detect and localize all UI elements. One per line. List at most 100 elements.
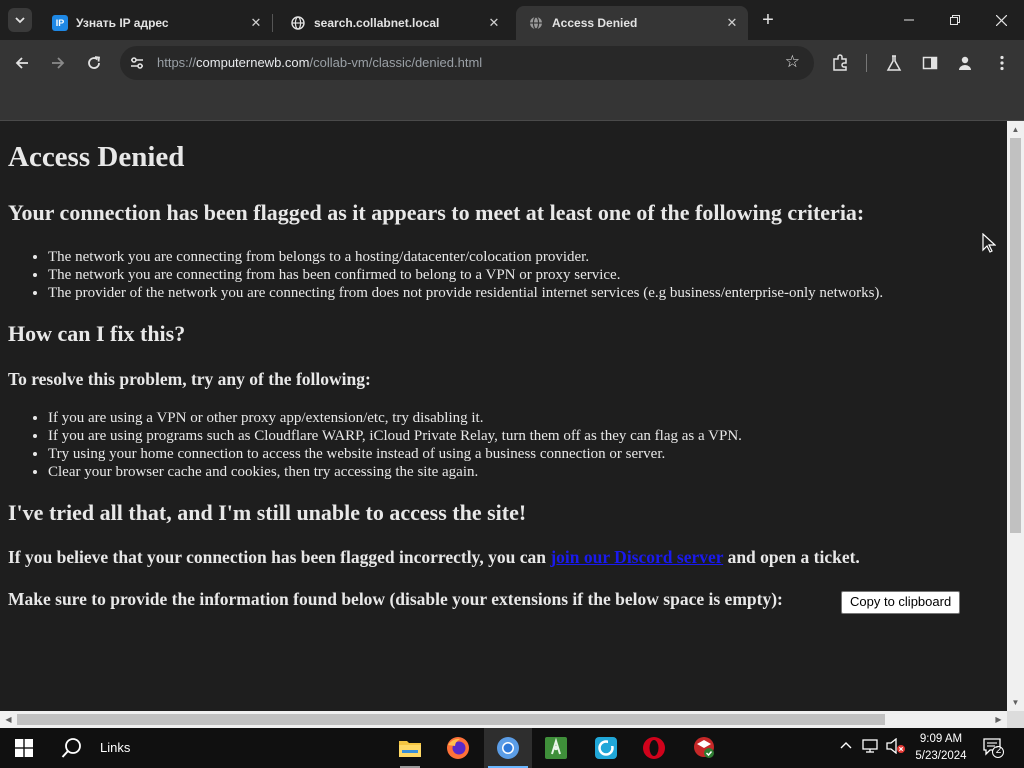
tab-title: Access Denied xyxy=(552,16,638,30)
list-item: Try using your home connection to access… xyxy=(48,445,742,463)
restore-button[interactable] xyxy=(932,0,978,40)
ip-favicon-icon: IP xyxy=(52,15,68,31)
taskbar-opera[interactable] xyxy=(630,728,678,768)
criteria-list: The network you are connecting from belo… xyxy=(0,248,883,302)
back-button[interactable] xyxy=(7,48,37,78)
page-content: Access Denied Your connection has been f… xyxy=(0,121,1007,711)
browser-toolbar: https://computernewb.com/collab-vm/class… xyxy=(0,40,1024,86)
bookmarks-bar xyxy=(0,86,1024,121)
scrollbar-thumb[interactable] xyxy=(1010,138,1021,533)
tab-title: Узнать IP адрес xyxy=(76,16,169,30)
volume-muted-icon[interactable] xyxy=(886,737,906,757)
android-studio-icon xyxy=(545,737,567,759)
file-explorer-icon xyxy=(399,741,421,757)
list-item: If you are using a VPN or other proxy ap… xyxy=(48,409,742,427)
tab-title: search.collabnet.local xyxy=(314,16,440,30)
clock-time: 9:09 AM xyxy=(919,733,963,745)
app-shield-icon xyxy=(694,737,714,758)
list-item: The network you are connecting from has … xyxy=(48,266,883,284)
arrow-right-icon xyxy=(52,57,65,69)
taskbar: Links 9:09 AM 5/23/2024 2 xyxy=(0,728,1024,768)
scroll-right-icon[interactable]: ▶ xyxy=(990,711,1007,728)
chevron-up-icon[interactable] xyxy=(839,738,853,755)
globe-icon xyxy=(290,15,306,31)
list-item: Clear your browser cache and cookies, th… xyxy=(48,463,742,481)
tried-heading: I've tried all that, and I'm still unabl… xyxy=(8,500,527,525)
site-info-icon[interactable] xyxy=(128,54,146,72)
url-scheme: https:// xyxy=(157,55,197,70)
toolbar-divider xyxy=(866,54,867,72)
tab-divider xyxy=(272,14,273,32)
tab-search[interactable]: search.collabnet.local ✕ xyxy=(278,6,510,40)
address-bar[interactable]: https://computernewb.com/collab-vm/class… xyxy=(120,46,814,80)
vertical-scrollbar[interactable]: ▲ ▼ xyxy=(1007,121,1024,711)
globe-icon xyxy=(528,15,544,31)
criteria-heading: Your connection has been flagged as it a… xyxy=(8,200,865,225)
horizontal-scrollbar[interactable]: ◀ ▶ xyxy=(0,711,1007,728)
taskbar-firefox[interactable] xyxy=(434,728,482,768)
scroll-up-icon[interactable]: ▲ xyxy=(1007,121,1024,138)
scrollbar-corner xyxy=(1007,711,1024,728)
menu-kebab-icon[interactable] xyxy=(989,50,1015,76)
url-path: /collab-vm/classic/denied.html xyxy=(309,55,483,70)
scroll-left-icon[interactable]: ◀ xyxy=(0,711,17,728)
minimize-icon xyxy=(904,19,914,21)
url-host: computernewb.com xyxy=(196,55,310,70)
incorrect-prefix: If you believe that your connection has … xyxy=(8,547,551,567)
steps-list: If you are using a VPN or other proxy ap… xyxy=(0,409,742,481)
taskbar-android-studio[interactable] xyxy=(532,728,580,768)
page-title: Access Denied xyxy=(8,141,185,173)
start-button[interactable] xyxy=(0,728,48,768)
close-icon[interactable]: ✕ xyxy=(248,15,264,31)
notification-count: 2 xyxy=(995,745,1002,756)
extensions-icon[interactable] xyxy=(827,50,853,76)
chevron-down-icon xyxy=(15,17,25,24)
incorrect-suffix: and open a ticket. xyxy=(723,547,860,567)
profile-icon[interactable] xyxy=(952,50,978,76)
search-button[interactable] xyxy=(48,728,96,768)
copy-to-clipboard-button[interactable]: Copy to clipboard xyxy=(841,591,961,614)
tab-ip[interactable]: IP Узнать IP адрес ✕ xyxy=(40,6,272,40)
firefox-icon xyxy=(447,737,469,759)
scrollbar-thumb[interactable] xyxy=(17,714,885,725)
taskbar-chromium[interactable] xyxy=(484,728,532,768)
new-tab-button[interactable]: + xyxy=(756,8,780,32)
labs-flask-icon[interactable] xyxy=(881,50,907,76)
mouse-cursor-icon xyxy=(982,233,996,253)
bookmark-star-icon[interactable]: ☆ xyxy=(785,52,800,72)
url-text[interactable]: https://computernewb.com/collab-vm/class… xyxy=(157,55,482,70)
chromium-icon xyxy=(497,737,519,759)
notifications-button[interactable]: 2 xyxy=(982,736,1004,758)
arrow-left-icon xyxy=(15,57,28,69)
forward-button[interactable] xyxy=(43,48,73,78)
reload-button[interactable] xyxy=(79,48,109,78)
taskbar-app[interactable] xyxy=(582,728,630,768)
side-panel-icon[interactable] xyxy=(917,50,943,76)
restore-icon xyxy=(950,15,960,25)
resolve-heading: To resolve this problem, try any of the … xyxy=(8,369,371,389)
opera-icon xyxy=(643,737,665,759)
app-icon xyxy=(595,737,617,759)
provide-info-text: Make sure to provide the information fou… xyxy=(8,589,783,609)
list-item: The provider of the network you are conn… xyxy=(48,284,883,302)
scroll-down-icon[interactable]: ▼ xyxy=(1007,694,1024,711)
search-label[interactable]: Links xyxy=(100,740,130,755)
discord-link[interactable]: join our Discord server xyxy=(550,547,723,567)
incorrect-flag-text: If you believe that your connection has … xyxy=(8,547,860,568)
close-window-button[interactable] xyxy=(978,0,1024,40)
list-item: The network you are connecting from belo… xyxy=(48,248,883,266)
close-icon[interactable]: ✕ xyxy=(724,15,740,31)
taskbar-shield-app[interactable] xyxy=(680,728,728,768)
clock-date: 5/23/2024 xyxy=(915,750,967,762)
minimize-button[interactable] xyxy=(886,0,932,40)
close-icon[interactable]: ✕ xyxy=(486,15,502,31)
list-item: If you are using programs such as Cloudf… xyxy=(48,427,742,445)
network-icon[interactable] xyxy=(862,738,880,757)
windows-logo-icon xyxy=(15,739,33,757)
tab-access-denied[interactable]: Access Denied ✕ xyxy=(516,6,748,40)
search-icon xyxy=(61,738,81,758)
close-icon xyxy=(995,14,1007,26)
system-clock[interactable]: 9:09 AM 5/23/2024 xyxy=(912,731,970,765)
taskbar-file-explorer[interactable] xyxy=(386,728,434,768)
tab-search-button[interactable] xyxy=(8,8,32,32)
